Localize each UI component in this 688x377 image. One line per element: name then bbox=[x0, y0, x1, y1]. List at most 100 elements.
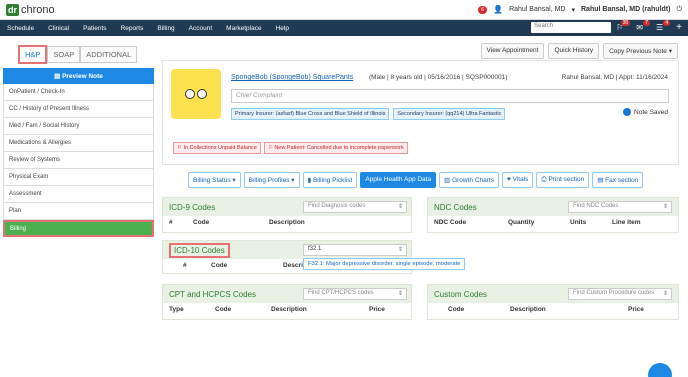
note-saved-label: Note Saved bbox=[634, 108, 668, 116]
logo-mark: dr bbox=[6, 4, 19, 16]
chevron-down-icon: ▾ bbox=[571, 6, 575, 14]
ndc-col-code: NDC Code bbox=[434, 219, 467, 226]
ndc-search-placeholder: Find NDC Codes bbox=[573, 203, 619, 209]
icd10-col-code: Code bbox=[211, 262, 228, 269]
primary-insurer-badge[interactable]: Primary Insurer: (asfasf) Blue Cross and… bbox=[231, 108, 390, 120]
billing-profiles-button[interactable]: Billing Profiles ▾ bbox=[243, 172, 300, 188]
ndc-panel: NDC Codes Find NDC Codes ⇕ NDC Code Quant… bbox=[427, 197, 679, 233]
new-patient-alert[interactable]: ⚐ New Patient: Cancelled due to incomple… bbox=[263, 142, 408, 154]
growth-charts-button[interactable]: ▥ Growth Charts bbox=[439, 172, 499, 188]
sidebar-item-medications-allergies[interactable]: Medications & Allergies bbox=[3, 135, 154, 152]
avatar-eye-left bbox=[185, 89, 195, 99]
chevron-icon: ⇕ bbox=[397, 204, 403, 210]
billing-profiles-label: Billing Profiles bbox=[248, 177, 290, 184]
power-icon[interactable]: ⏻ bbox=[676, 6, 682, 14]
icd9-search-placeholder: Find Diagnosis codes bbox=[308, 203, 366, 209]
user-name: Rahul Bansal, MD (rahuldt) bbox=[581, 6, 671, 13]
sidebar-item-check-in[interactable]: OnPatient / Check-In bbox=[3, 84, 154, 101]
sidebar-item-billing[interactable]: Billing bbox=[3, 220, 154, 237]
sidebar-item-assessment[interactable]: Assessment bbox=[3, 186, 154, 203]
patient-meta: (Male | 8 years old | 05/16/2016 | SQSP0… bbox=[369, 74, 508, 81]
chevron-icon: ⇕ bbox=[397, 291, 403, 297]
list-count: 4 bbox=[663, 20, 671, 26]
secondary-insurer-badge[interactable]: Secondary Insurer: (qq214) Ultra Fantast… bbox=[393, 108, 506, 120]
nav-schedule[interactable]: Schedule bbox=[0, 25, 41, 32]
billing-picklist-button[interactable]: ▮ Billing Picklist bbox=[302, 172, 358, 188]
vitals-button[interactable]: ♥ Vitals bbox=[501, 172, 534, 188]
cpt-panel: CPT and HCPCS Codes Find CPT/HCPCS codes… bbox=[162, 284, 412, 320]
nav-marketplace[interactable]: Marketplace bbox=[219, 25, 268, 32]
preview-note-button[interactable]: ▤ Preview Note bbox=[3, 68, 154, 84]
preview-note-label: Preview Note bbox=[62, 72, 103, 80]
nav-clinical[interactable]: Clinical bbox=[41, 25, 76, 32]
add-icon[interactable]: + bbox=[676, 22, 682, 33]
chat-bubble-icon[interactable] bbox=[648, 363, 672, 377]
print-section-button[interactable]: ⎙ Print section bbox=[536, 172, 590, 188]
tasks-count: 30 bbox=[620, 20, 631, 26]
ndc-col-units: Units bbox=[570, 219, 587, 226]
icd9-title: ICD-9 Codes bbox=[169, 202, 216, 212]
custom-col-price: Price bbox=[628, 306, 644, 313]
note-tabs: H&P SOAP ADDITIONAL bbox=[18, 45, 138, 64]
chevron-icon: ⇕ bbox=[397, 247, 403, 253]
ndc-title: NDC Codes bbox=[434, 202, 477, 212]
ndc-search-input[interactable]: Find NDC Codes ⇕ bbox=[568, 201, 672, 213]
icd9-col-code: Code bbox=[193, 219, 210, 226]
custom-col-description: Description bbox=[510, 306, 546, 313]
nav-reports[interactable]: Reports bbox=[114, 25, 151, 32]
drchrono-logo[interactable]: dr chrono bbox=[6, 3, 55, 17]
chevron-icon: ⇕ bbox=[662, 291, 668, 297]
billing-picklist-label: Billing Picklist bbox=[312, 177, 353, 184]
tab-hp[interactable]: H&P bbox=[18, 45, 48, 64]
icd9-panel: ICD-9 Codes Find Diagnosis codes ⇕ # Code… bbox=[162, 197, 412, 233]
list-icon[interactable]: ☰ 4 bbox=[656, 20, 671, 32]
nav-account[interactable]: Account bbox=[182, 25, 220, 32]
custom-codes-panel: Custom Codes Find Custom Procedure codes… bbox=[427, 284, 679, 320]
icd9-search-input[interactable]: Find Diagnosis codes ⇕ bbox=[303, 201, 407, 213]
copy-previous-note-button[interactable]: Copy Previous Note ▾ bbox=[603, 43, 678, 59]
tasks-icon[interactable]: ⚐ 30 bbox=[616, 20, 631, 32]
sidebar-item-plan[interactable]: Plan bbox=[3, 203, 154, 220]
sidebar-item-physical-exam[interactable]: Physical Exam bbox=[3, 169, 154, 186]
sidebar-item-med-fam-social[interactable]: Med / Fam / Social History bbox=[3, 118, 154, 135]
chief-complaint-input[interactable]: Chief Complaint bbox=[231, 89, 669, 103]
nav-billing[interactable]: Billing bbox=[150, 25, 181, 32]
billing-status-button[interactable]: Billing Status ▾ bbox=[188, 172, 241, 188]
fax-section-button[interactable]: ▤ Fax section bbox=[592, 172, 644, 188]
icd10-search-input[interactable]: f32.1 ⇕ bbox=[303, 244, 407, 256]
insurance-row: Primary Insurer: (asfasf) Blue Cross and… bbox=[231, 108, 506, 120]
tab-additional[interactable]: ADDITIONAL bbox=[80, 46, 138, 63]
cpt-col-description: Description bbox=[271, 306, 307, 313]
sidebar-item-cc-hpi[interactable]: CC / History of Present Illness bbox=[3, 101, 154, 118]
tab-soap[interactable]: SOAP bbox=[47, 46, 81, 63]
cpt-col-type: Type bbox=[169, 306, 184, 313]
custom-codes-search-input[interactable]: Find Custom Procedure codes ⇕ bbox=[568, 288, 672, 300]
collections-alert-text: In Collections Unpaid Balance bbox=[183, 145, 257, 151]
nav-help[interactable]: Help bbox=[269, 25, 296, 32]
cpt-title: CPT and HCPCS Codes bbox=[169, 289, 256, 299]
main-nav: Schedule Clinical Patients Reports Billi… bbox=[0, 20, 688, 36]
view-appointment-button[interactable]: View Appointment bbox=[480, 43, 545, 59]
user-menu[interactable]: Rahul Bansal, MD bbox=[509, 6, 565, 13]
new-patient-alert-text: New Patient: Cancelled due to incomplete… bbox=[274, 145, 404, 151]
apple-health-button[interactable]: Apple Health App Data bbox=[360, 172, 437, 188]
search-input[interactable]: Search bbox=[531, 22, 612, 33]
provider-appointment: Rahul Bansal, MD | Appt: 11/16/2024 bbox=[561, 74, 668, 81]
top-header: dr chrono 6 👤 Rahul Bansal, MD ▾ Rahul B… bbox=[0, 0, 688, 20]
chevron-icon: ⇕ bbox=[662, 204, 668, 210]
collections-alert[interactable]: ⚐ In Collections Unpaid Balance bbox=[173, 142, 261, 154]
icd10-col-number: # bbox=[183, 262, 187, 269]
cpt-search-input[interactable]: Find CPT/HCPCS codes ⇕ bbox=[303, 288, 407, 300]
sidebar-item-review-of-systems[interactable]: Review of Systems bbox=[3, 152, 154, 169]
patient-name-link[interactable]: SpongeBob (SpongeBob) SquarePants bbox=[231, 74, 353, 81]
cpt-col-code: Code bbox=[215, 306, 232, 313]
nav-patients[interactable]: Patients bbox=[76, 25, 114, 32]
notification-badge[interactable]: 6 bbox=[478, 5, 488, 14]
messages-count: 7 bbox=[643, 20, 650, 26]
icd10-suggestion[interactable]: F32.1: Major depressive disorder, single… bbox=[303, 258, 466, 270]
messages-icon[interactable]: ✉ 7 bbox=[636, 20, 650, 32]
icd10-title: ICD-10 Codes bbox=[169, 242, 230, 258]
quick-history-button[interactable]: Quick History bbox=[548, 43, 600, 59]
patient-panel: SpongeBob (SpongeBob) SquarePants (Male … bbox=[162, 60, 679, 165]
logo-text: chrono bbox=[21, 4, 55, 16]
